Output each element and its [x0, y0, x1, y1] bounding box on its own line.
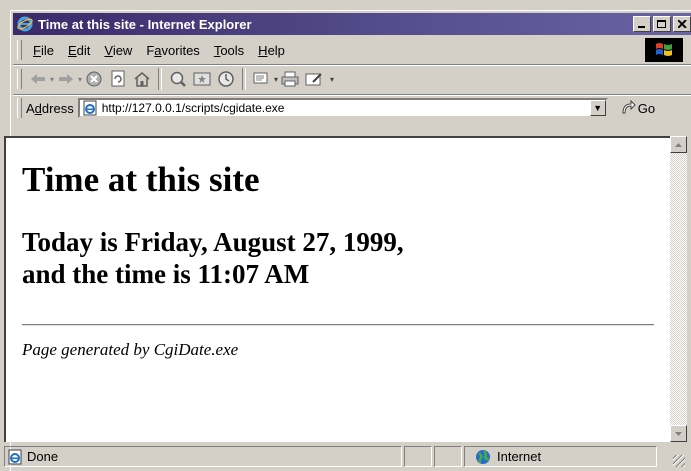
address-bar: Address http://127.0.0.1/scripts/cgidate… [13, 94, 691, 121]
page-content: Time at this site Today is Friday, Augus… [6, 138, 670, 360]
search-button[interactable] [167, 68, 189, 90]
maximize-button[interactable] [653, 16, 671, 32]
mail-button[interactable] [251, 68, 273, 90]
chevron-down-icon: ▼ [593, 103, 603, 113]
status-bar: Done Internet [4, 444, 687, 469]
page-icon [83, 100, 97, 116]
favorites-button[interactable] [191, 68, 213, 90]
back-dropdown-icon[interactable]: ▾ [50, 75, 54, 84]
toolbar-grip[interactable] [17, 98, 22, 118]
menu-file[interactable]: File [26, 43, 61, 58]
scroll-down-button[interactable] [670, 425, 687, 442]
status-secure-pane [434, 446, 462, 467]
menu-favorites[interactable]: Favorites [139, 43, 206, 58]
stop-button[interactable] [83, 68, 105, 90]
home-icon [134, 72, 150, 87]
refresh-button[interactable] [107, 68, 129, 90]
page-viewport[interactable]: Time at this site Today is Friday, Augus… [4, 136, 670, 442]
title-bar[interactable]: Time at this site - Internet Explorer [13, 13, 691, 35]
time-line: and the time is 11:07 AM [22, 259, 310, 289]
status-zone-pane[interactable]: Internet [464, 446, 657, 467]
address-url: http://127.0.0.1/scripts/cgidate.exe [101, 101, 285, 115]
go-label: Go [637, 100, 656, 116]
scroll-down-icon [675, 431, 682, 436]
ie-logo-icon [17, 16, 33, 32]
edit-icon [305, 73, 322, 86]
minimize-button[interactable] [633, 16, 651, 32]
forward-icon [59, 74, 74, 84]
address-label: Address [26, 100, 74, 116]
internet-globe-icon [476, 449, 490, 464]
resize-grip[interactable] [673, 455, 685, 467]
status-main-pane: Done [4, 446, 402, 467]
page-heading: Time at this site [22, 160, 260, 199]
menu-bar: File Edit View Favorites Tools Help [13, 37, 691, 63]
menu-help[interactable]: Help [251, 43, 292, 58]
maximize-icon [657, 19, 666, 28]
back-button[interactable] [27, 68, 49, 90]
divider [22, 324, 654, 326]
standard-toolbar: ▾ ▾ ▾ ▾ [13, 64, 691, 93]
menu-view[interactable]: View [97, 43, 139, 58]
status-progress-pane [404, 446, 432, 467]
print-button[interactable] [279, 68, 301, 90]
toolbar-grip[interactable] [17, 69, 22, 89]
status-text: Done [27, 449, 59, 464]
close-button[interactable] [673, 16, 691, 32]
date-line: Today is Friday, August 27, 1999, [22, 227, 404, 257]
scroll-up-icon [675, 142, 682, 147]
page-footer: Page generated by CgiDate.exe [22, 340, 239, 359]
menu-tools[interactable]: Tools [207, 43, 251, 58]
address-dropdown-button[interactable]: ▼ [589, 100, 606, 116]
windows-logo-icon [656, 43, 672, 56]
vertical-scrollbar[interactable] [670, 136, 687, 442]
minimize-icon [638, 26, 645, 28]
favorites-icon [193, 72, 211, 86]
window-title: Time at this site - Internet Explorer [38, 16, 252, 32]
search-icon [170, 71, 186, 87]
go-button[interactable]: Go [620, 100, 655, 116]
print-icon [281, 71, 299, 87]
page-icon [8, 449, 22, 464]
mail-icon [253, 72, 268, 84]
windows-logo-throbber [645, 38, 683, 62]
address-input[interactable]: http://127.0.0.1/scripts/cgidate.exe ▼ [77, 98, 608, 118]
stop-icon [86, 71, 102, 87]
forward-dropdown-icon[interactable]: ▾ [78, 75, 82, 84]
mail-dropdown-icon[interactable]: ▾ [274, 75, 278, 84]
toolbar-grip[interactable] [17, 40, 22, 60]
edit-dropdown-icon[interactable]: ▾ [330, 75, 334, 84]
edit-button[interactable] [303, 68, 325, 90]
refresh-icon [111, 70, 125, 87]
back-icon [31, 74, 45, 84]
menu-edit[interactable]: Edit [61, 43, 97, 58]
close-icon [677, 20, 687, 28]
scroll-up-button[interactable] [670, 136, 687, 153]
forward-button[interactable] [55, 68, 77, 90]
history-icon [218, 71, 234, 87]
history-button[interactable] [215, 68, 237, 90]
go-arrow-icon [622, 100, 636, 114]
zone-label: Internet [497, 449, 542, 464]
home-button[interactable] [131, 68, 153, 90]
